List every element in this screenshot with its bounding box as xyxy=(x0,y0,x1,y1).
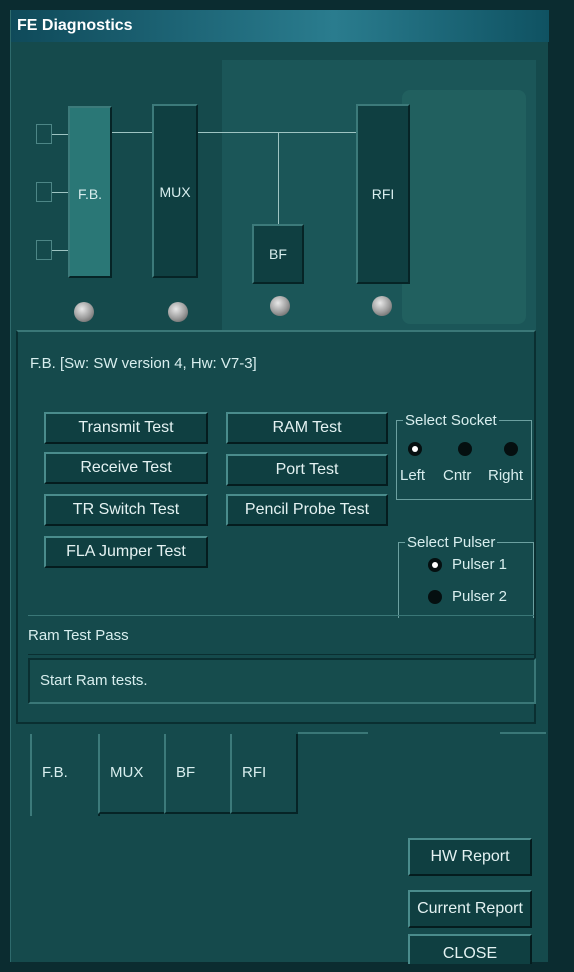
port-test-button[interactable]: Port Test xyxy=(226,454,388,486)
pulser-2-label: Pulser 2 xyxy=(452,588,508,605)
bf-block[interactable]: BF xyxy=(252,224,304,284)
socket-cntr-label: Cntr xyxy=(443,467,472,484)
diagram-inner-area xyxy=(402,90,526,324)
mux-status-led xyxy=(168,302,188,322)
test-status-line: Ram Test Pass xyxy=(28,615,534,655)
tab-mux[interactable]: MUX xyxy=(98,734,166,814)
current-report-button[interactable]: Current Report xyxy=(408,890,532,928)
receive-test-button[interactable]: Receive Test xyxy=(44,452,208,484)
bus-line xyxy=(112,132,358,133)
socket-left-radio[interactable] xyxy=(408,442,422,456)
tab-mux-label: MUX xyxy=(110,764,144,781)
tab-strip-line xyxy=(298,732,368,734)
rfi-block[interactable]: RFI xyxy=(356,104,410,284)
fb-status-led xyxy=(74,302,94,322)
socket-right-label: Right xyxy=(488,467,524,484)
socket-cntr-radio[interactable] xyxy=(458,442,472,456)
fla-jumper-test-button[interactable]: FLA Jumper Test xyxy=(44,536,208,568)
hw-report-button[interactable]: HW Report xyxy=(408,838,532,876)
tab-strip-line-right xyxy=(500,732,546,734)
socket-center-box xyxy=(36,182,52,202)
test-log-field: Start Ram tests. xyxy=(28,658,536,704)
pulser-1-label: Pulser 1 xyxy=(452,556,508,573)
fb-block-label: F.B. xyxy=(77,186,103,202)
select-pulser-group: Select Pulser xyxy=(398,534,534,618)
socket-left-connector xyxy=(52,134,68,135)
socket-left-label: Left xyxy=(400,467,426,484)
socket-right-connector xyxy=(52,250,68,251)
transmit-test-button[interactable]: Transmit Test xyxy=(44,412,208,444)
tab-bf-label: BF xyxy=(176,764,196,781)
select-socket-legend: Select Socket xyxy=(405,412,497,429)
tab-fb-label: F.B. xyxy=(42,764,68,781)
bf-connector-line xyxy=(278,132,279,224)
bf-status-led xyxy=(270,296,290,316)
tab-rfi[interactable]: RFI xyxy=(230,734,298,814)
select-pulser-legend: Select Pulser xyxy=(407,534,496,551)
ram-test-button[interactable]: RAM Test xyxy=(226,412,388,444)
socket-left-box xyxy=(36,124,52,144)
rfi-status-led xyxy=(372,296,392,316)
tr-switch-test-button[interactable]: TR Switch Test xyxy=(44,494,208,526)
socket-center-connector xyxy=(52,192,68,193)
panel-title: F.B. [Sw: SW version 4, Hw: V7-3] xyxy=(30,355,257,372)
select-socket-group: Select Socket xyxy=(396,412,532,500)
window-title: FE Diagnostics xyxy=(11,10,549,42)
tab-bf[interactable]: BF xyxy=(164,734,232,814)
mux-block-label: MUX xyxy=(159,184,191,200)
socket-right-radio[interactable] xyxy=(504,442,518,456)
pulser-1-radio[interactable] xyxy=(428,558,442,572)
rfi-block-label: RFI xyxy=(371,186,395,202)
close-button[interactable]: CLOSE xyxy=(408,934,532,964)
socket-right-box xyxy=(36,240,52,260)
bf-block-label: BF xyxy=(269,246,287,262)
pulser-2-radio[interactable] xyxy=(428,590,442,604)
mux-block[interactable]: MUX xyxy=(152,104,198,278)
tab-fb[interactable]: F.B. xyxy=(30,734,100,816)
tab-rfi-label: RFI xyxy=(242,764,267,781)
pencil-probe-test-button[interactable]: Pencil Probe Test xyxy=(226,494,388,526)
fb-block[interactable]: F.B. xyxy=(68,106,112,278)
